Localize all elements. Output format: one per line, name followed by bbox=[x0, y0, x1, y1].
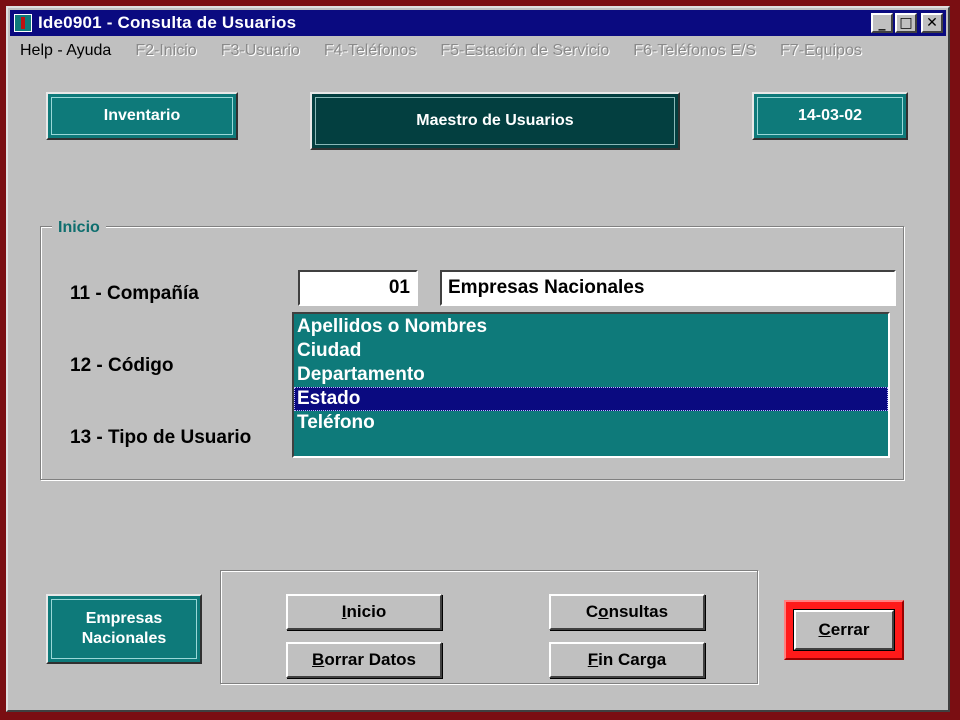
empresas-line2: Nacionales bbox=[81, 630, 167, 647]
compania-label: 11 - Compañía bbox=[70, 283, 199, 304]
empresas-line1: Empresas bbox=[85, 610, 163, 627]
consultas-accel: o bbox=[598, 602, 609, 621]
list-item[interactable]: Apellidos o Nombres bbox=[294, 315, 888, 339]
fin-accel: F bbox=[587, 650, 599, 669]
menu-telefonos-es[interactable]: F6-Teléfonos E/S bbox=[633, 42, 756, 60]
maestro-usuarios-title: Maestro de Usuarios bbox=[310, 92, 680, 150]
window-title: Ide0901 - Consulta de Usuarios bbox=[38, 13, 297, 32]
codigo-label: 12 - Código bbox=[70, 355, 174, 376]
maximize-icon[interactable]: □ bbox=[895, 13, 917, 33]
inicio-button[interactable]: Inicio bbox=[286, 594, 442, 630]
menu-telefonos[interactable]: F4-Teléfonos bbox=[324, 42, 417, 60]
inventario-button[interactable]: Inventario bbox=[46, 92, 238, 140]
list-item[interactable]: Teléfono bbox=[294, 411, 888, 435]
tipo-usuario-label: 13 - Tipo de Usuario bbox=[70, 427, 252, 448]
date-label: 14-03-02 bbox=[797, 107, 863, 124]
fin-post: in Carga bbox=[598, 650, 667, 669]
minimize-icon[interactable]: _ bbox=[871, 13, 893, 33]
cerrar-post: errar bbox=[830, 620, 870, 639]
inicio-post: nicio bbox=[346, 602, 387, 621]
inicio-group-legend: Inicio bbox=[52, 219, 106, 237]
inventario-button-label: Inventario bbox=[103, 107, 181, 124]
cerrar-accel: C bbox=[818, 620, 831, 639]
fin-carga-button[interactable]: Fin Carga bbox=[549, 642, 705, 678]
borrar-datos-button[interactable]: Borrar Datos bbox=[286, 642, 442, 678]
borrar-accel: B bbox=[312, 650, 325, 669]
menu-estacion-servicio[interactable]: F5-Estación de Servicio bbox=[440, 42, 609, 60]
menu-usuario[interactable]: F3-Usuario bbox=[221, 42, 300, 60]
menu-inicio[interactable]: F2-Inicio bbox=[135, 42, 196, 60]
company-name-value: Empresas Nacionales bbox=[448, 277, 645, 298]
list-item[interactable]: Departamento bbox=[294, 363, 888, 387]
company-code-input[interactable]: 01 bbox=[298, 270, 418, 306]
title-bar[interactable]: Ide0901 - Consulta de Usuarios _ □ ✕ bbox=[10, 10, 946, 36]
date-badge: 14-03-02 bbox=[752, 92, 908, 140]
menu-equipos[interactable]: F7-Equipos bbox=[780, 42, 862, 60]
borrar-post: orrar Datos bbox=[324, 650, 416, 669]
maestro-usuarios-frame bbox=[315, 97, 675, 145]
consultas-post: nsultas bbox=[608, 602, 669, 621]
search-field-listbox[interactable]: Apellidos o Nombres Ciudad Departamento … bbox=[292, 312, 890, 458]
window-controls: _ □ ✕ bbox=[871, 13, 943, 33]
list-item-selected[interactable]: Estado bbox=[294, 387, 888, 411]
empresas-nacionales-button[interactable]: Empresas Nacionales bbox=[46, 594, 202, 664]
consultas-pre: C bbox=[585, 602, 599, 621]
cerrar-highlight-frame: Cerrar bbox=[784, 600, 904, 660]
consultas-button[interactable]: Co nsultas bbox=[549, 594, 705, 630]
cerrar-button[interactable]: Cerrar bbox=[793, 609, 895, 651]
close-icon[interactable]: ✕ bbox=[921, 13, 943, 33]
company-name-input[interactable]: Empresas Nacionales bbox=[440, 270, 896, 306]
menu-help[interactable]: Help - Ayuda bbox=[20, 42, 111, 60]
list-item[interactable]: Ciudad bbox=[294, 339, 888, 363]
menu-bar: Help - Ayuda F2-Inicio F3-Usuario F4-Tel… bbox=[10, 38, 946, 64]
app-icon[interactable] bbox=[14, 14, 32, 32]
company-code-value: 01 bbox=[388, 277, 410, 298]
